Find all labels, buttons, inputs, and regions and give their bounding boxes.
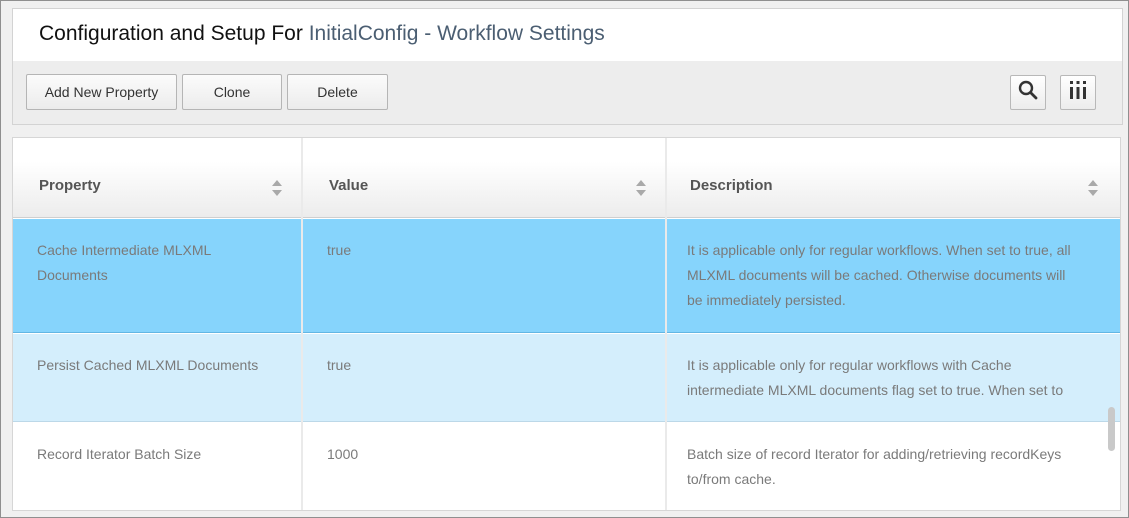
column-header-value[interactable]: Value: [303, 138, 667, 218]
column-divider[interactable]: [665, 138, 667, 510]
property-cell: Cache Intermediate MLXML Documents: [37, 238, 287, 288]
description-cell: It is applicable only for regular workfl…: [687, 238, 1119, 313]
property-cell: Persist Cached MLXML Documents: [37, 353, 297, 378]
column-label-description: Description: [690, 177, 773, 194]
value-cell: true: [327, 357, 352, 373]
delete-button[interactable]: Delete: [287, 74, 388, 110]
table-header: Property Value Description: [13, 138, 1120, 218]
properties-table: Property Value Description Cache Interme…: [12, 137, 1121, 511]
column-header-property[interactable]: Property: [13, 138, 303, 218]
sort-icon[interactable]: [272, 180, 282, 196]
value-cell: 1000: [327, 446, 359, 462]
description-text-line: intermediate MLXML documents flag set to…: [687, 382, 1064, 398]
title-separator: -: [418, 22, 438, 45]
column-label-property: Property: [39, 177, 101, 194]
property-text-line: Documents: [37, 267, 108, 283]
sort-icon[interactable]: [636, 180, 646, 196]
description-cell: It is applicable only for regular workfl…: [687, 353, 1119, 403]
column-header-description[interactable]: Description: [667, 138, 1120, 218]
columns-icon: [1068, 79, 1088, 106]
description-text-line: It is applicable only for regular workfl…: [687, 242, 1071, 258]
table-row[interactable]: Cache Intermediate MLXML Documents true …: [13, 219, 1120, 333]
vertical-scrollbar-thumb[interactable]: [1108, 407, 1115, 451]
property-text-line: Record Iterator Batch Size: [37, 446, 202, 462]
column-divider[interactable]: [301, 138, 303, 510]
description-cell: Batch size of record Iterator for adding…: [687, 442, 1119, 492]
property-text-line: Persist Cached MLXML Documents: [37, 357, 259, 373]
value-cell: true: [327, 242, 352, 258]
title-prefix: Configuration and Setup For: [39, 22, 303, 45]
table-row[interactable]: Persist Cached MLXML Documents true It i…: [13, 334, 1120, 422]
clone-button[interactable]: Clone: [182, 74, 282, 110]
property-text-line: Cache Intermediate MLXML: [37, 242, 212, 258]
title-bar: Configuration and Setup For InitialConfi…: [13, 9, 1122, 61]
search-icon: [1018, 80, 1038, 105]
config-header-panel: Configuration and Setup For InitialConfi…: [12, 8, 1123, 125]
property-cell: Record Iterator Batch Size: [37, 442, 297, 467]
description-text-line: Batch size of record Iterator for adding…: [687, 446, 1062, 462]
title-section: Workflow Settings: [437, 22, 605, 45]
sort-icon[interactable]: [1088, 180, 1098, 196]
title-config-name: InitialConfig: [308, 22, 419, 45]
description-text-line: to/from cache.: [687, 471, 776, 487]
add-new-property-button[interactable]: Add New Property: [26, 74, 177, 110]
columns-button[interactable]: [1060, 75, 1096, 110]
description-text-line: MLXML documents will be cached. Otherwis…: [687, 267, 1066, 283]
description-text-line: be immediately persisted.: [687, 292, 846, 308]
description-text-line: It is applicable only for regular workfl…: [687, 357, 1012, 373]
search-button[interactable]: [1010, 75, 1046, 110]
table-row[interactable]: Record Iterator Batch Size 1000 Batch si…: [13, 423, 1120, 510]
column-label-value: Value: [329, 177, 369, 194]
page-title: Configuration and Setup For InitialConfi…: [39, 22, 605, 46]
